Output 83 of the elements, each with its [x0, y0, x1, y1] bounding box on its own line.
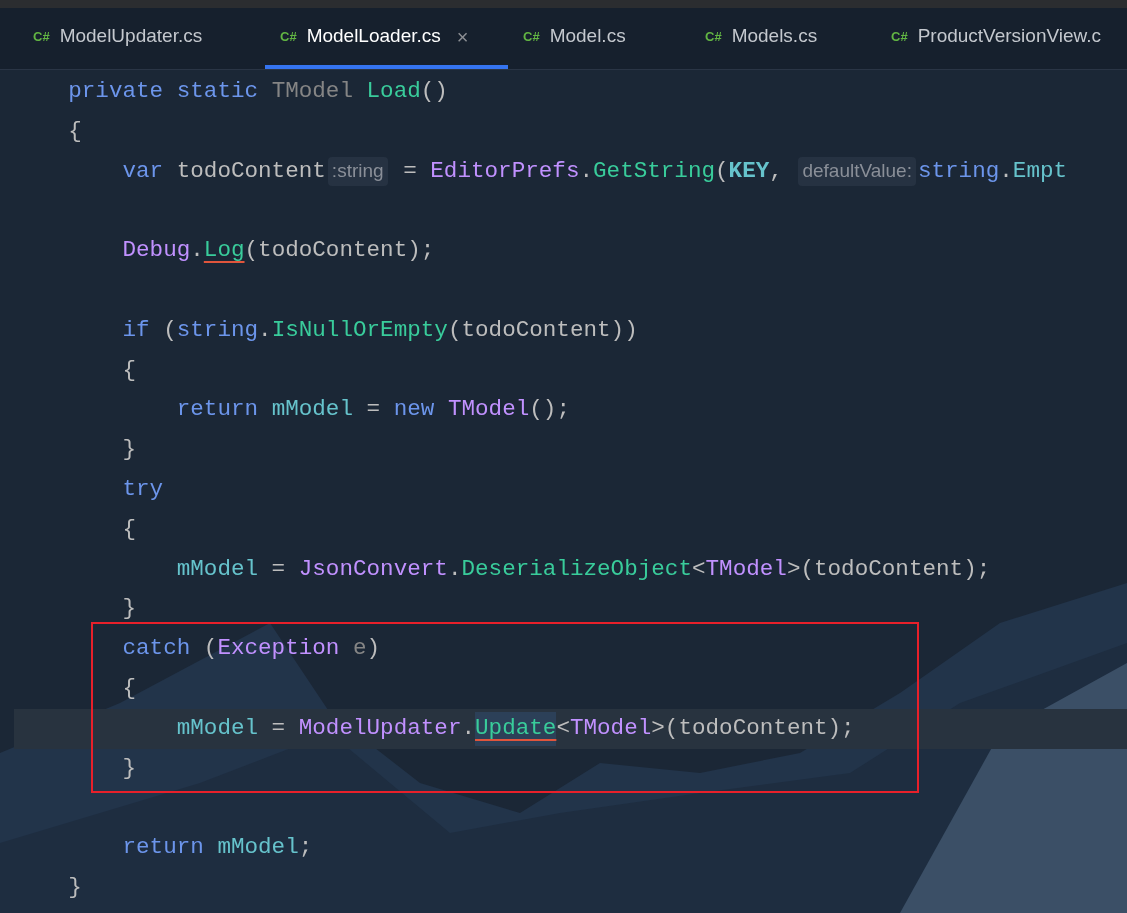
code-token: Empt — [1012, 156, 1068, 186]
code-token: TModel — [447, 395, 530, 425]
csharp-file-icon: C# — [280, 26, 297, 47]
code-token: (); — [529, 395, 570, 425]
code-token: Update — [475, 711, 557, 746]
tab-label: ProductVersionView.c — [917, 24, 1102, 49]
editor-tab[interactable]: C# Models.cs — [690, 8, 876, 69]
code-token: ( — [715, 156, 729, 186]
tab-label: ModelLoader.cs — [306, 24, 441, 49]
csharp-file-icon: C# — [523, 26, 540, 47]
code-token: new — [393, 395, 436, 425]
close-icon[interactable]: × — [456, 21, 469, 52]
code-token: } — [121, 594, 137, 624]
tab-label: Models.cs — [731, 24, 818, 49]
code-token: ) — [366, 634, 381, 664]
code-token: ( — [163, 315, 177, 345]
code-token: = — [402, 156, 418, 186]
code-token: return — [175, 395, 260, 425]
code-token: } — [121, 435, 137, 465]
code-token: { — [121, 673, 137, 703]
code-token: = — [365, 395, 382, 425]
code-token: (todoContent)) — [447, 315, 638, 345]
csharp-file-icon: C# — [891, 26, 908, 47]
code-token: e — [353, 634, 367, 664]
code-token: { — [121, 514, 137, 544]
code-token: DeserializeObject — [461, 554, 692, 584]
code-token: IsNullOrEmpty — [271, 315, 448, 345]
editor-tab[interactable]: C# ModelUpdater.cs — [18, 8, 265, 69]
code-token: } — [121, 753, 137, 783]
code-token: ModelUpdater — [298, 713, 462, 743]
code-token: JsonConvert — [298, 554, 448, 584]
code-token: if — [121, 315, 151, 345]
editor-tab[interactable]: C# ModelLoader.cs × — [265, 8, 508, 69]
code-token: catch — [121, 634, 192, 664]
code-token: TModel — [705, 554, 787, 584]
code-token: . — [258, 315, 272, 345]
code-token: () — [420, 76, 448, 106]
code-token: >(todoContent); — [786, 554, 991, 584]
code-token: . — [461, 713, 475, 743]
code-token: Debug — [121, 236, 191, 266]
code-token: string — [917, 156, 1000, 186]
editor-tab[interactable]: C# ProductVersionView.c — [876, 8, 1127, 69]
code-token: >(todoContent); — [651, 713, 855, 743]
code-token: } — [67, 872, 82, 902]
code-token: Log — [203, 236, 245, 266]
inlay-hint: defaultValue: — [798, 157, 916, 186]
editor-tab[interactable]: C# Model.cs — [508, 8, 690, 69]
code-token: mModel — [271, 395, 353, 425]
code-token: ( — [203, 634, 218, 664]
code-token: { — [121, 355, 137, 385]
code-token: private static — [67, 76, 260, 106]
code-token: TModel — [271, 76, 354, 106]
code-token: TModel — [569, 713, 652, 743]
code-token: EditorPrefs — [430, 156, 580, 186]
code-token: , — [769, 156, 784, 186]
code-token: mModel — [217, 833, 299, 863]
code-token: ; — [298, 833, 313, 863]
code-token: var — [121, 156, 164, 186]
code-token: try — [121, 474, 164, 504]
code-token: todoContent — [175, 156, 326, 186]
code-token: { — [67, 116, 82, 146]
code-token: . — [447, 554, 462, 584]
code-token: string — [176, 315, 259, 345]
code-token: Exception — [217, 634, 341, 664]
code-token: mModel — [175, 713, 259, 743]
code-token: = — [270, 554, 287, 584]
code-token: return — [121, 833, 205, 863]
code-token: mModel — [175, 554, 259, 584]
code-token: = — [270, 713, 287, 743]
code-token: . — [579, 156, 593, 186]
inlay-hint: :string — [327, 157, 388, 186]
tab-label: Model.cs — [549, 24, 626, 49]
code-token: (todoContent); — [244, 236, 435, 266]
code-token: . — [999, 156, 1013, 186]
code-token: < — [556, 713, 570, 743]
csharp-file-icon: C# — [33, 26, 50, 47]
csharp-file-icon: C# — [705, 26, 722, 47]
code-token: . — [190, 236, 204, 266]
code-token: GetString — [593, 156, 716, 186]
code-token: < — [691, 554, 706, 584]
code-token: KEY — [728, 156, 770, 186]
code-token: Load — [366, 76, 421, 106]
tab-label: ModelUpdater.cs — [59, 24, 203, 49]
